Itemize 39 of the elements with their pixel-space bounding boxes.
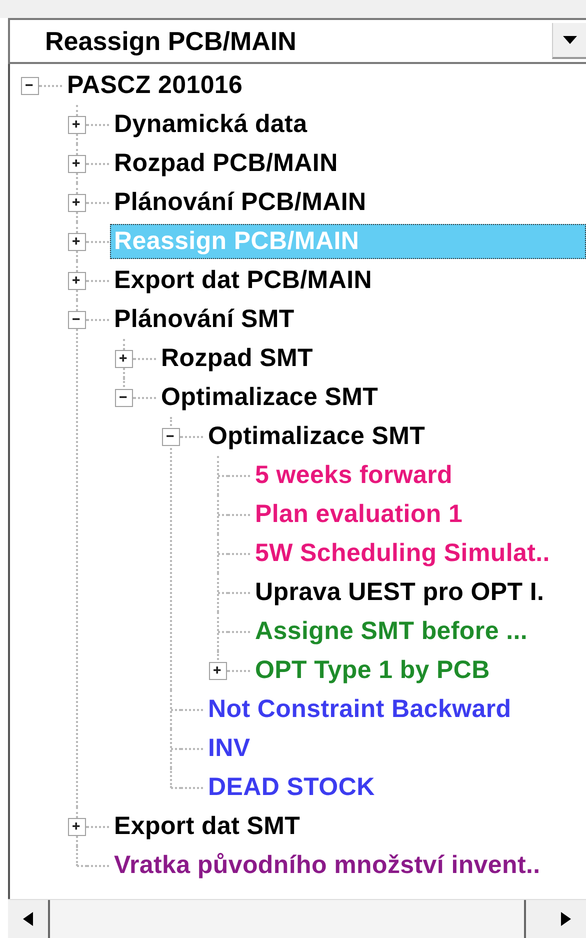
collapse-icon[interactable]: [21, 76, 39, 94]
tree-item[interactable]: Plánování PCB/MAIN: [110, 185, 370, 220]
tree-item[interactable]: Vratka původního množství invent..: [110, 848, 544, 883]
tree-item[interactable]: Rozpad PCB/MAIN: [110, 146, 342, 181]
tree-item[interactable]: Plánování SMT: [110, 302, 298, 337]
expand-icon[interactable]: [68, 818, 86, 836]
tree-item[interactable]: INV: [204, 731, 254, 766]
collapse-icon[interactable]: [162, 428, 180, 446]
expand-icon[interactable]: [68, 272, 86, 290]
dropdown-button[interactable]: [552, 23, 586, 59]
tree-item[interactable]: Not Constraint Backward: [204, 692, 516, 727]
expand-icon[interactable]: [68, 154, 86, 172]
tree-item[interactable]: Assigne SMT before ...: [251, 614, 532, 649]
tree-item[interactable]: Dynamická data: [110, 107, 312, 142]
tree-item[interactable]: Optimalizace SMT: [157, 380, 382, 415]
tree-item[interactable]: PASCZ 201016: [63, 68, 247, 103]
tree-item[interactable]: Export dat SMT: [110, 809, 304, 844]
tree-item[interactable]: 5 weeks forward: [251, 458, 457, 493]
right-arrow-icon: [561, 912, 571, 926]
combo-value: Reassign PCB/MAIN: [44, 26, 298, 56]
expand-icon[interactable]: [68, 194, 86, 212]
tree-item[interactable]: 5W Scheduling Simulat..: [251, 536, 554, 571]
scrollbar-thumb[interactable]: [48, 900, 526, 938]
collapse-icon[interactable]: [115, 388, 133, 406]
combo-box[interactable]: Reassign PCB/MAIN: [8, 18, 586, 64]
tree-item[interactable]: Plan evaluation 1: [251, 497, 467, 532]
tree-item[interactable]: OPT Type 1 by PCB: [251, 653, 494, 688]
expand-icon[interactable]: [68, 116, 86, 134]
expand-icon[interactable]: [68, 232, 86, 250]
tree-item[interactable]: Uprava UEST pro OPT I.: [251, 575, 548, 610]
left-arrow-icon: [23, 912, 33, 926]
expand-icon[interactable]: [115, 350, 133, 368]
tree-item[interactable]: Rozpad SMT: [157, 341, 317, 376]
expand-icon[interactable]: [209, 662, 227, 680]
collapse-icon[interactable]: [68, 310, 86, 328]
tree-item[interactable]: Export dat PCB/MAIN: [110, 263, 376, 298]
tree-item[interactable]: DEAD STOCK: [204, 770, 379, 805]
tree-item[interactable]: Optimalizace SMT: [204, 419, 430, 454]
caret-icon: [562, 36, 576, 44]
